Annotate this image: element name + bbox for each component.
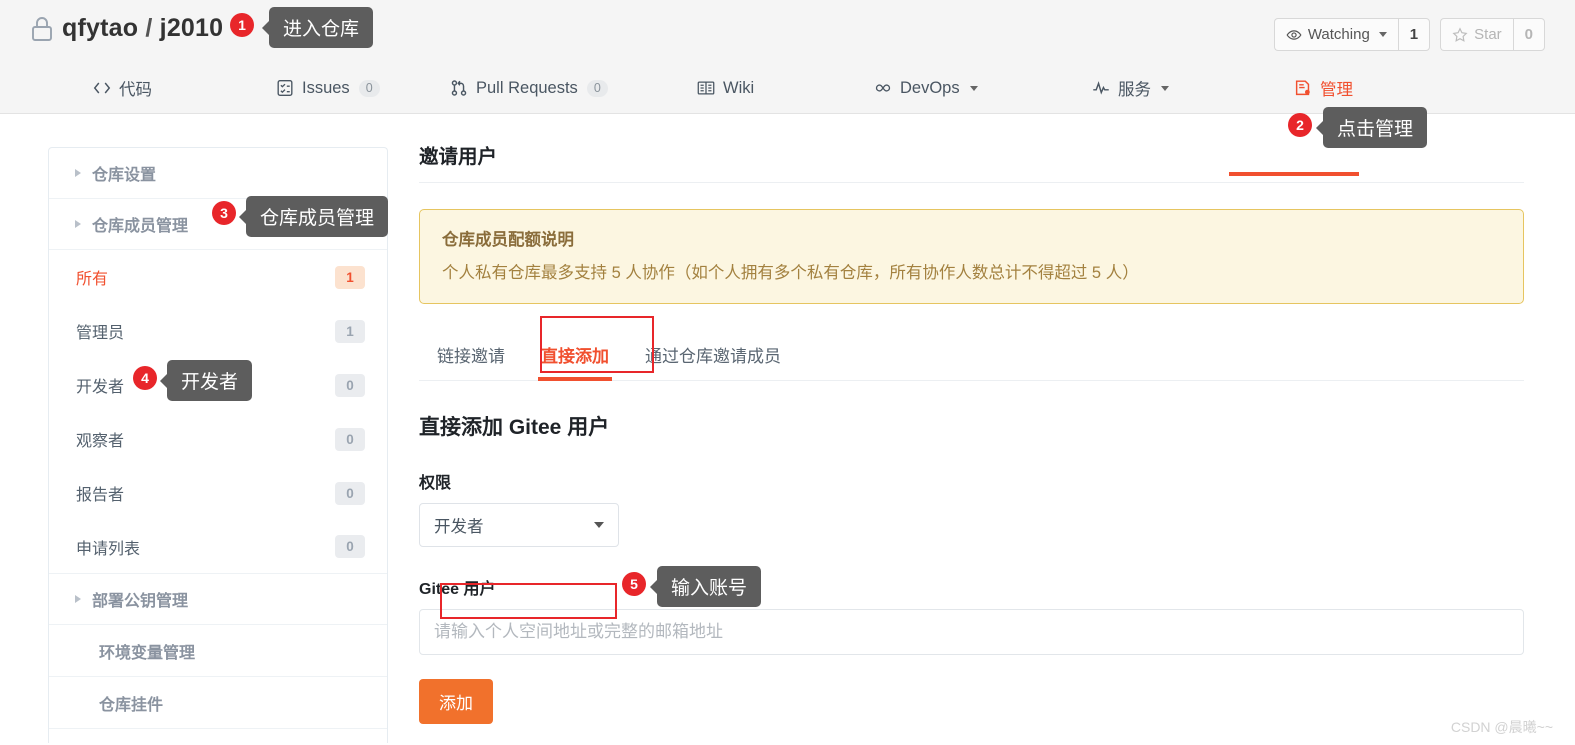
watch-label: Watching <box>1307 26 1370 43</box>
sidebar-item-all[interactable]: 所有 1 <box>49 250 387 304</box>
chevron-right-icon <box>75 169 81 177</box>
gitee-user-field-label: Gitee 用户 <box>419 581 496 599</box>
nav-badge-pull-requests: 0 <box>586 79 608 97</box>
owner-label: qfytao <box>62 14 139 42</box>
annotation-tooltip-5: 输入账号 <box>649 566 762 607</box>
chevron-down-icon <box>1378 32 1387 37</box>
gitee-user-input[interactable] <box>419 609 1524 656</box>
eye-icon <box>1286 27 1302 43</box>
annotation-marker-5: 5 <box>622 572 646 596</box>
sidebar-count-developer: 0 <box>335 373 365 397</box>
page-root: qfytao / j2010 Watching 1 Star 0 代码 Issu… <box>0 0 1575 745</box>
watch-button-group[interactable]: Watching 1 <box>1273 18 1431 51</box>
nav-item-issues[interactable]: Issues 0 <box>275 62 380 114</box>
watch-button[interactable]: Watching <box>1273 18 1398 51</box>
annotation-tooltip-3: 仓库成员管理 <box>238 196 389 237</box>
sidebar-item-label-reporter: 报告者 <box>76 487 125 504</box>
tab-label-link-invite: 链接邀请 <box>437 347 505 367</box>
lock-icon <box>30 16 54 42</box>
sidebar-item-label-admin: 管理员 <box>76 325 125 342</box>
sidebar-item-admin[interactable]: 管理员 1 <box>49 304 387 358</box>
annotation-marker-3: 3 <box>212 201 236 225</box>
nav-label-manage: 管理 <box>1320 81 1353 99</box>
star-button[interactable]: Star <box>1440 18 1513 51</box>
nav-label-services: 服务 <box>1118 81 1151 99</box>
star-button-group[interactable]: Star 0 <box>1440 18 1545 51</box>
nav-item-services[interactable]: 服务 <box>1091 62 1169 114</box>
annotation-marker-4: 4 <box>133 366 157 390</box>
repo-owner-name[interactable]: qfytao / j2010 <box>62 14 223 43</box>
main-content: 邀请用户 仓库成员配额说明 个人私有仓库最多支持 5 人协作（如个人拥有多个私有… <box>419 140 1524 725</box>
star-label: Star <box>1474 26 1502 43</box>
sidebar-group-label-member-management: 仓库成员管理 <box>92 218 189 235</box>
chevron-down-icon-select <box>594 522 604 529</box>
chevron-right-icon <box>75 220 81 228</box>
tab-label-direct-add: 直接添加 <box>541 347 609 367</box>
sidebar-group-repo-settings[interactable]: 仓库设置 <box>49 148 387 199</box>
tab-link-invite[interactable]: 链接邀请 <box>419 334 523 380</box>
sidebar-item-label-all: 所有 <box>76 271 109 288</box>
sidebar-item-label-widgets: 仓库挂件 <box>99 696 164 714</box>
sidebar-item-applications[interactable]: 申请列表 0 <box>49 520 387 574</box>
nav-label-code: 代码 <box>119 81 152 99</box>
nav-item-wiki[interactable]: Wiki <box>696 62 754 114</box>
nav-label-issues: Issues <box>302 78 350 97</box>
tab-direct-add[interactable]: 直接添加 <box>523 334 627 382</box>
sidebar-count-all: 1 <box>335 265 365 289</box>
invite-tabs: 链接邀请 直接添加 通过仓库邀请成员 <box>419 334 1524 382</box>
chevron-right-icon <box>75 595 81 603</box>
sidebar-bottom-spacer <box>49 729 387 743</box>
sidebar-group-label-deploy-keys: 部署公钥管理 <box>92 593 189 610</box>
annotation-tooltip-4: 开发者 <box>159 360 253 401</box>
watch-count[interactable]: 1 <box>1397 18 1431 51</box>
nav-item-code[interactable]: 代码 <box>92 62 152 114</box>
permission-select[interactable]: 开发者 <box>419 503 619 548</box>
quota-alert-body: 个人私有仓库最多支持 5 人协作（如个人拥有多个私有仓库，所有协作人数总计不得超… <box>442 264 1139 282</box>
breadcrumb-separator: / <box>145 14 153 42</box>
annotation-marker-2: 2 <box>1288 113 1312 137</box>
annotation-tooltip-2: 点击管理 <box>1315 107 1428 148</box>
star-icon <box>1452 26 1468 43</box>
sidebar-count-applications: 0 <box>335 535 365 558</box>
sidebar-item-observer[interactable]: 观察者 0 <box>49 412 387 466</box>
nav-item-devops[interactable]: DevOps <box>873 62 978 114</box>
sidebar-count-observer: 0 <box>335 427 365 451</box>
add-button[interactable]: 添加 <box>419 679 493 725</box>
watermark: CSDN @晨曦~~ <box>1450 719 1553 735</box>
annotation-marker-1: 1 <box>230 13 254 37</box>
permission-select-value: 开发者 <box>434 518 484 537</box>
nav-label-pull-requests: Pull Requests <box>476 78 578 97</box>
chevron-down-icon-services <box>1161 85 1169 91</box>
header-actions: Watching 1 Star 0 <box>1273 18 1545 51</box>
sidebar-item-label-developer: 开发者 <box>76 379 125 396</box>
chevron-down-icon-devops <box>969 85 978 91</box>
sidebar-item-env-vars[interactable]: 环境变量管理 <box>49 625 387 677</box>
permission-field-label: 权限 <box>419 475 452 493</box>
nav-item-pull-requests[interactable]: Pull Requests 0 <box>449 62 608 114</box>
quota-alert: 仓库成员配额说明 个人私有仓库最多支持 5 人协作（如个人拥有多个私有仓库，所有… <box>419 209 1524 305</box>
sidebar-item-label-env-vars: 环境变量管理 <box>99 644 196 662</box>
section-title-direct-add: 直接添加 Gitee 用户 <box>419 416 610 440</box>
quota-alert-title: 仓库成员配额说明 <box>442 231 574 249</box>
sidebar-group-label-repo-settings: 仓库设置 <box>92 167 157 184</box>
sidebar-item-reporter[interactable]: 报告者 0 <box>49 466 387 520</box>
sidebar-item-label-observer: 观察者 <box>76 433 125 450</box>
nav-label-devops: DevOps <box>900 78 960 97</box>
sidebar-group-deploy-keys[interactable]: 部署公钥管理 <box>49 574 387 625</box>
tab-invite-via-repo[interactable]: 通过仓库邀请成员 <box>627 334 799 380</box>
sidebar-item-widgets[interactable]: 仓库挂件 <box>49 677 387 729</box>
repo-label: j2010 <box>159 14 224 42</box>
sidebar-count-reporter: 0 <box>335 481 365 505</box>
star-count[interactable]: 0 <box>1512 18 1545 51</box>
repo-breadcrumb[interactable]: qfytao / j2010 <box>30 14 223 43</box>
tab-label-invite-via-repo: 通过仓库邀请成员 <box>645 347 781 367</box>
sidebar-item-label-applications: 申请列表 <box>76 540 141 558</box>
nav-label-wiki: Wiki <box>723 78 755 97</box>
nav-badge-issues: 0 <box>358 79 380 97</box>
sidebar-count-admin: 1 <box>335 319 365 343</box>
annotation-tooltip-1: 进入仓库 <box>261 7 374 48</box>
